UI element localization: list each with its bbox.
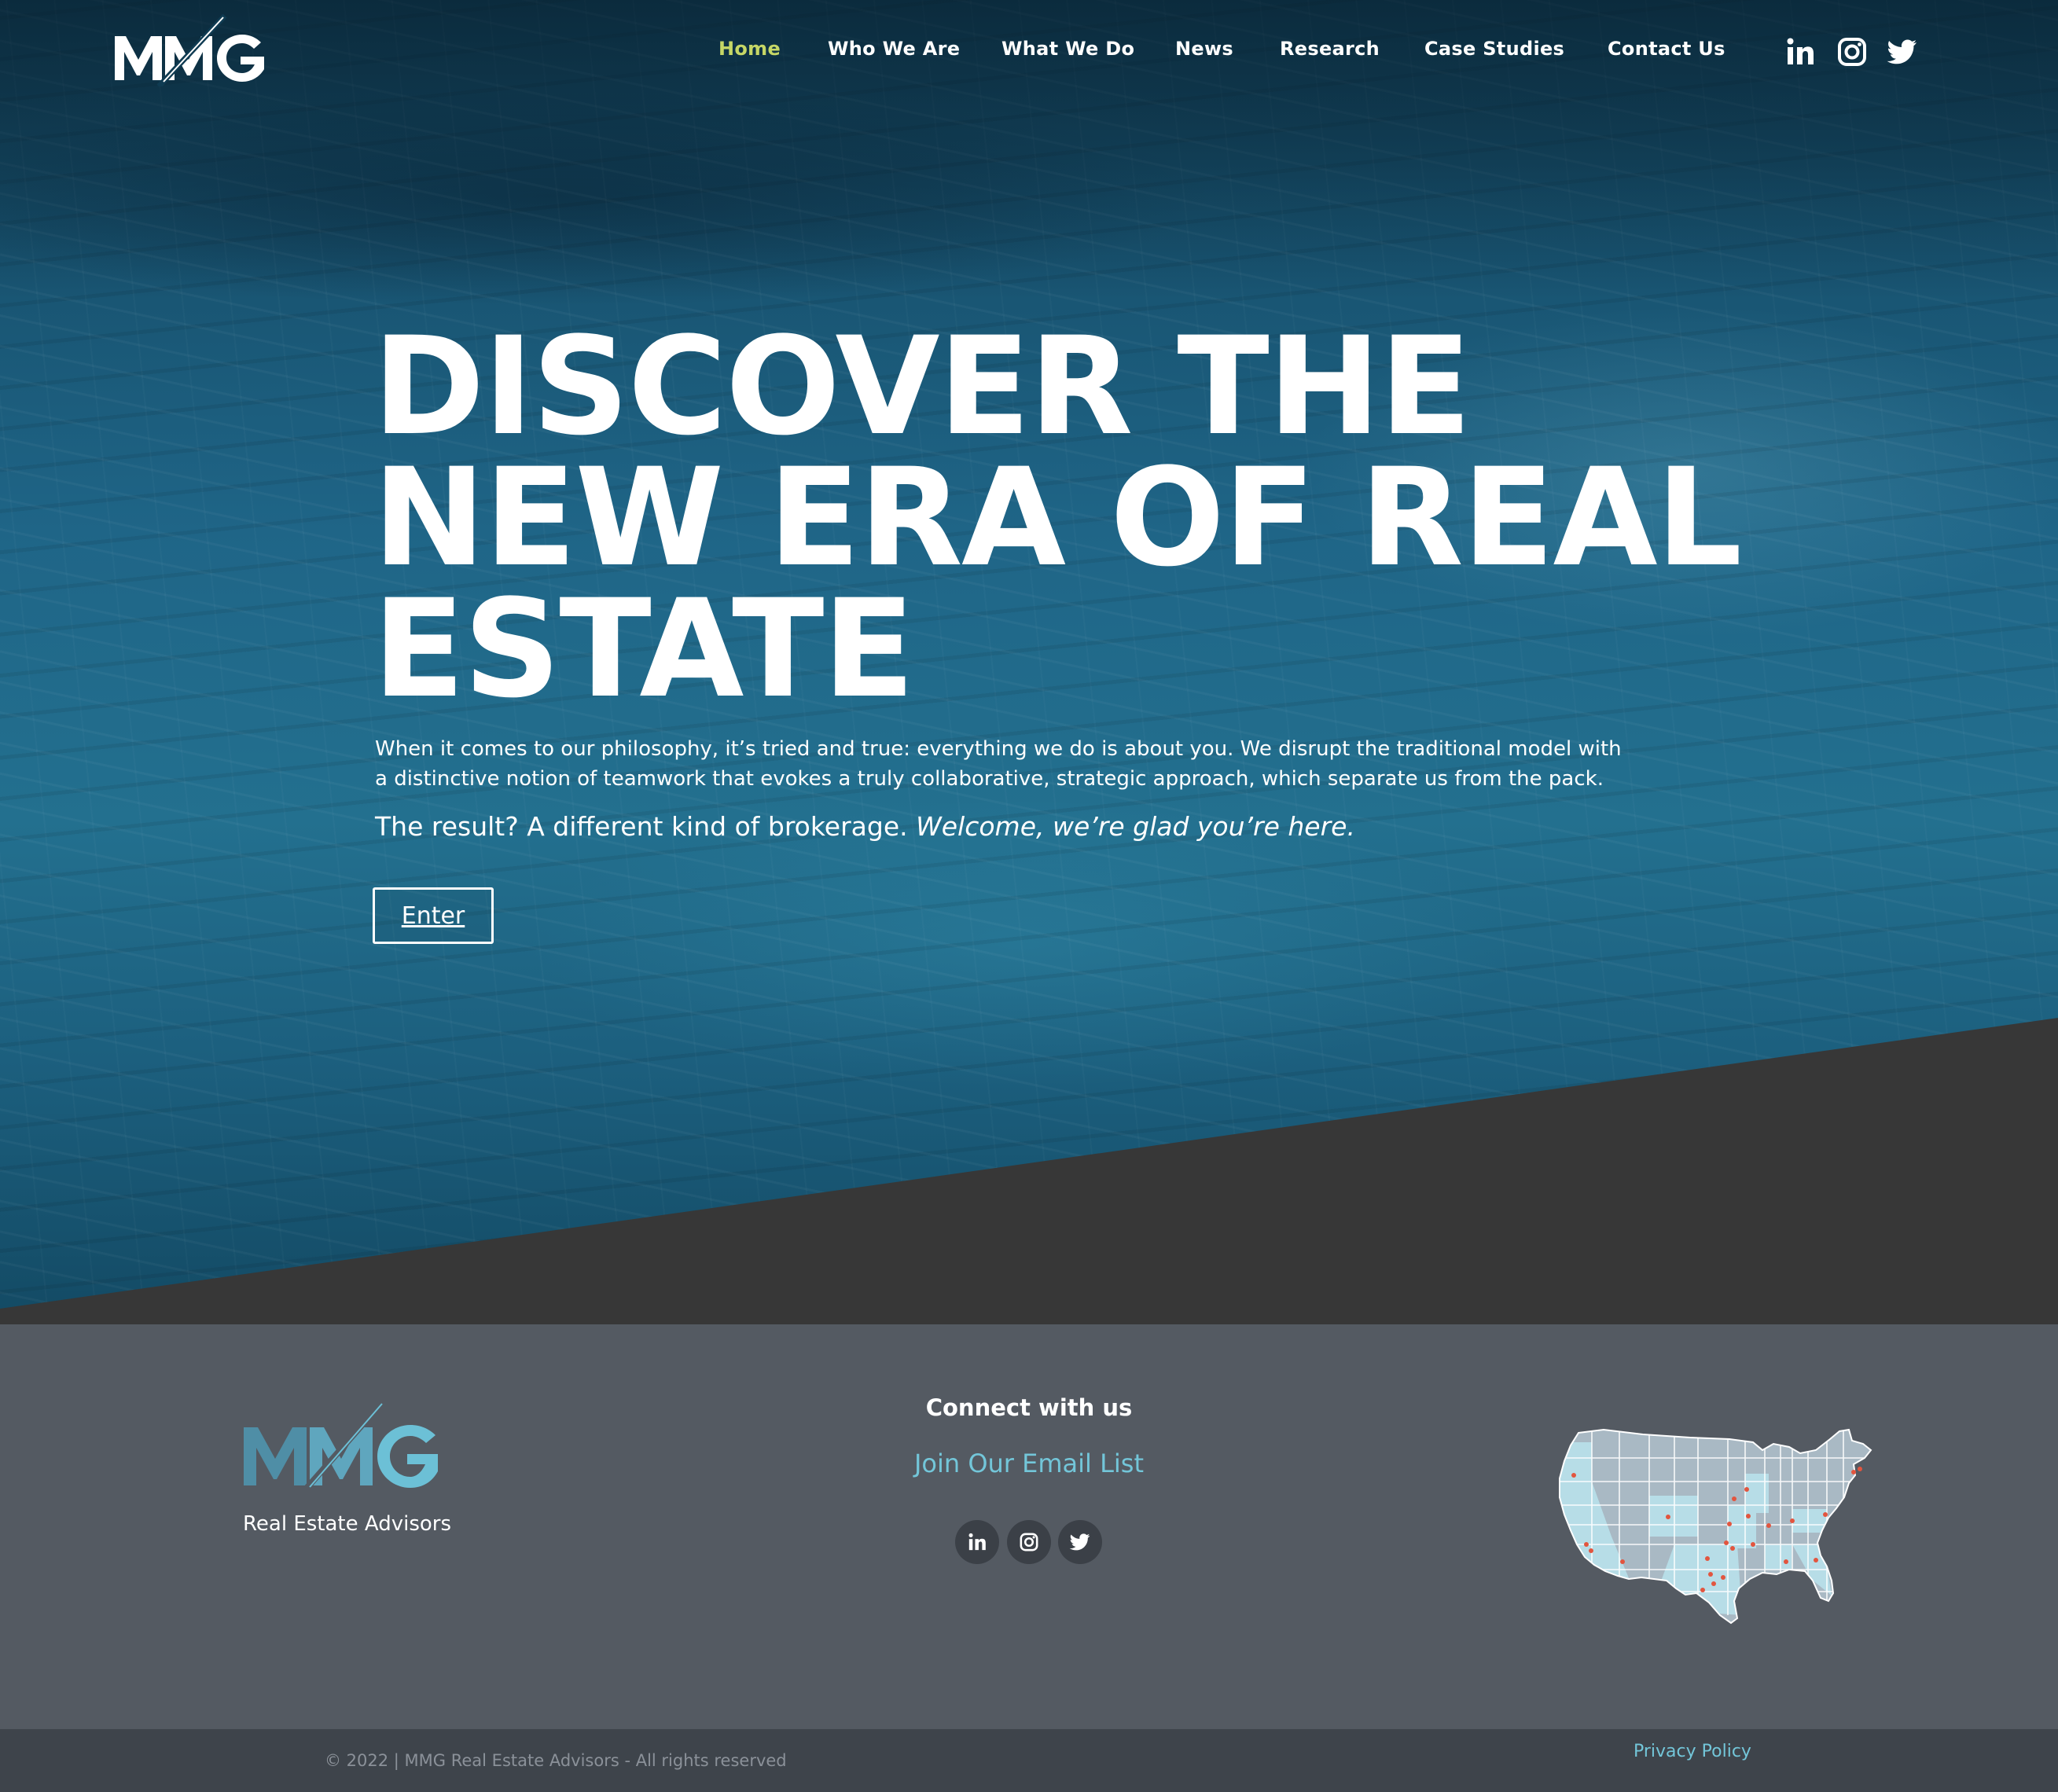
connect-title: Connect with us xyxy=(925,1394,1133,1421)
nav-research[interactable]: Research xyxy=(1280,38,1380,60)
hero-headline-line-3: ESTATE xyxy=(373,570,915,728)
footer-mmg-logo[interactable] xyxy=(244,1399,440,1492)
copyright-text: © 2022 | MMG Real Estate Advisors - All … xyxy=(325,1751,787,1770)
nav-home[interactable]: Home xyxy=(718,38,781,60)
twitter-icon[interactable] xyxy=(1885,35,1920,69)
instagram-icon[interactable] xyxy=(1835,35,1869,69)
hero-tagline: The result? A different kind of brokerag… xyxy=(375,811,1355,842)
nav-who-we-are[interactable]: Who We Are xyxy=(828,38,960,60)
nav-news[interactable]: News xyxy=(1175,38,1233,60)
privacy-policy-link[interactable]: Privacy Policy xyxy=(1634,1742,1751,1761)
email-list-link[interactable]: Join Our Email List xyxy=(832,1449,1226,1478)
linkedin-icon xyxy=(968,1533,986,1551)
tagline-italic: Welcome, we’re glad you’re here. xyxy=(916,811,1355,842)
footer-instagram-button[interactable] xyxy=(1007,1520,1051,1564)
enter-button[interactable]: Enter xyxy=(373,887,494,944)
nav-what-we-do[interactable]: What We Do xyxy=(1001,38,1134,60)
hero-intro-text: When it comes to our philosophy, it’s tr… xyxy=(375,737,1622,791)
hero-headline-line-2: NEW ERA OF REAL xyxy=(373,439,1742,597)
nav-case-studies[interactable]: Case Studies xyxy=(1424,38,1564,60)
tagline-plain: The result? A different kind of brokerag… xyxy=(375,811,908,842)
twitter-icon xyxy=(1069,1533,1090,1551)
footer-twitter-button[interactable] xyxy=(1058,1520,1102,1564)
linkedin-icon[interactable] xyxy=(1783,35,1817,69)
us-map-icon xyxy=(1559,1428,1872,1625)
instagram-icon xyxy=(1020,1533,1038,1551)
hero-headline: DISCOVER THE NEW ERA OF REAL ESTATE xyxy=(373,307,1788,728)
mmg-logo[interactable] xyxy=(115,14,266,86)
nav-contact-us[interactable]: Contact Us xyxy=(1608,38,1725,60)
footer-linkedin-button[interactable] xyxy=(955,1520,999,1564)
footer-tagline: Real Estate Advisors xyxy=(243,1512,452,1536)
hero-headline-line-1: DISCOVER THE xyxy=(373,307,1472,465)
